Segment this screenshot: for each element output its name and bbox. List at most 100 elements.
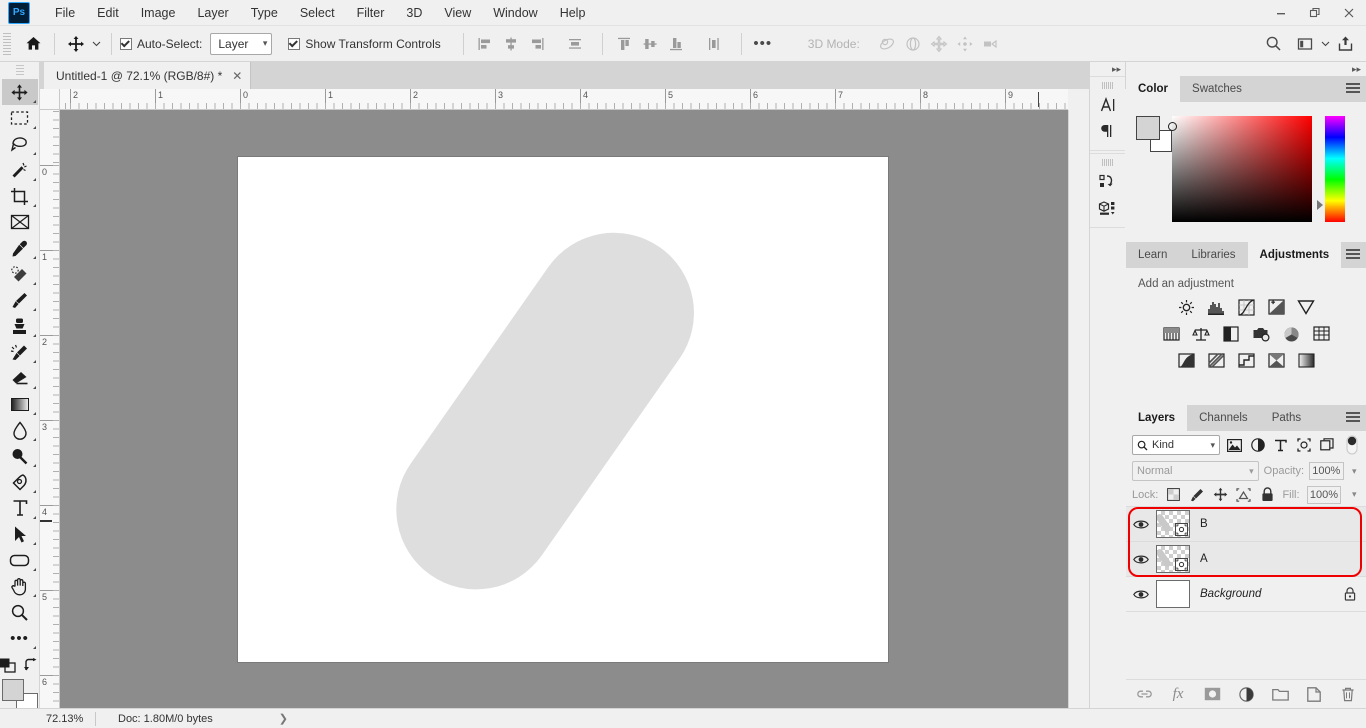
menu-view[interactable]: View: [433, 0, 482, 26]
rounded-capsule-shape[interactable]: [238, 157, 888, 662]
menu-edit[interactable]: Edit: [86, 0, 130, 26]
table-row[interactable]: A: [1126, 542, 1366, 577]
zoom-tool[interactable]: [2, 599, 38, 625]
lock-image-pixels-icon[interactable]: [1189, 486, 1205, 504]
align-right-edges-icon[interactable]: [524, 31, 550, 57]
menu-file[interactable]: File: [44, 0, 86, 26]
tab-swatches[interactable]: Swatches: [1180, 76, 1254, 102]
auto-select-checkbox[interactable]: Auto-Select:: [120, 37, 202, 51]
canvas-vertical-scrollbar[interactable]: [1068, 110, 1082, 708]
new-layer-icon[interactable]: [1305, 685, 1323, 703]
expand-panels-icon[interactable]: ▸▸: [1090, 62, 1125, 76]
panel-menu-icon[interactable]: [1346, 412, 1360, 424]
more-options-icon[interactable]: •••: [750, 31, 776, 57]
menu-image[interactable]: Image: [130, 0, 187, 26]
align-horizontal-centers-icon[interactable]: [498, 31, 524, 57]
layer-visibility-icon[interactable]: [1126, 519, 1156, 530]
tab-color[interactable]: Color: [1126, 76, 1181, 102]
layer-name[interactable]: B: [1200, 518, 1208, 530]
exposure-icon[interactable]: [1266, 298, 1286, 316]
opacity-chevron-down-icon[interactable]: ▾: [1349, 466, 1360, 477]
layer-thumbnail[interactable]: [1156, 545, 1190, 573]
filter-pixel-icon[interactable]: [1226, 436, 1243, 454]
tools-panel-grip[interactable]: [15, 65, 24, 77]
align-vertical-centers-icon[interactable]: [637, 31, 663, 57]
edit-toolbar-button[interactable]: •••: [2, 625, 38, 651]
filter-type-icon[interactable]: [1272, 436, 1289, 454]
filter-shape-icon[interactable]: [1295, 436, 1312, 454]
3d-panel-icon[interactable]: [1093, 195, 1123, 221]
vibrance-icon[interactable]: [1296, 298, 1316, 316]
align-left-edges-icon[interactable]: [472, 31, 498, 57]
fill-chevron-down-icon[interactable]: ▾: [1348, 489, 1360, 500]
layer-visibility-icon[interactable]: [1126, 554, 1156, 565]
foreground-color-swatch[interactable]: [1, 679, 24, 701]
align-bottom-edges-icon[interactable]: [663, 31, 689, 57]
show-transform-controls-checkbox[interactable]: Show Transform Controls: [288, 37, 441, 51]
pen-tool[interactable]: [2, 469, 38, 495]
menu-help[interactable]: Help: [549, 0, 597, 26]
filter-adjustment-icon[interactable]: [1249, 436, 1266, 454]
rectangular-marquee-tool[interactable]: [2, 105, 38, 131]
magic-wand-tool[interactable]: [2, 157, 38, 183]
character-panel-icon[interactable]: [1093, 92, 1123, 118]
lock-all-icon[interactable]: [1259, 486, 1275, 504]
channel-mixer-icon[interactable]: [1281, 325, 1301, 343]
eraser-tool[interactable]: [2, 365, 38, 391]
quick-mask-icon[interactable]: [0, 658, 16, 673]
hue-saturation-icon[interactable]: [1161, 325, 1181, 343]
color-panel-foreground-swatch[interactable]: [1136, 116, 1160, 140]
menu-filter[interactable]: Filter: [346, 0, 396, 26]
screen-mode-icon[interactable]: [23, 658, 40, 673]
zoom-level[interactable]: 72.13%: [40, 713, 95, 725]
gradient-map-icon[interactable]: [1296, 352, 1316, 370]
align-top-edges-icon[interactable]: [611, 31, 637, 57]
table-row[interactable]: B: [1126, 507, 1366, 542]
spot-healing-brush-tool[interactable]: [2, 261, 38, 287]
menu-window[interactable]: Window: [482, 0, 548, 26]
blur-tool[interactable]: [2, 417, 38, 443]
new-group-icon[interactable]: [1271, 685, 1289, 703]
distribute-horizontally-icon[interactable]: [562, 31, 588, 57]
ruler-corner[interactable]: [40, 89, 60, 110]
history-brush-tool[interactable]: [2, 339, 38, 365]
filter-toggle[interactable]: [1346, 435, 1358, 455]
lock-transparent-pixels-icon[interactable]: [1165, 486, 1181, 504]
layer-name[interactable]: Background: [1200, 588, 1261, 600]
horizontal-ruler[interactable]: 2 1 0 1 2 3 4 5 6 7 8 9: [60, 89, 1068, 110]
rail-group-grip[interactable]: [1101, 82, 1114, 89]
menu-type[interactable]: Type: [240, 0, 289, 26]
canvas-area[interactable]: [60, 110, 1068, 708]
move-tool[interactable]: [1, 79, 38, 105]
panel-menu-icon[interactable]: [1346, 83, 1360, 95]
roll-3d-icon[interactable]: [900, 31, 926, 57]
path-selection-tool[interactable]: [2, 521, 38, 547]
layer-thumbnail[interactable]: [1156, 580, 1190, 608]
panel-menu-icon[interactable]: [1346, 249, 1360, 261]
auto-select-scope-dropdown[interactable]: Layer ▾: [210, 32, 273, 55]
hue-strip[interactable]: [1325, 116, 1345, 222]
color-panel-swatches[interactable]: [1136, 116, 1172, 152]
levels-icon[interactable]: [1206, 298, 1226, 316]
search-icon[interactable]: [1260, 31, 1286, 57]
tab-paths[interactable]: Paths: [1259, 405, 1314, 431]
selective-color-icon[interactable]: [1266, 352, 1286, 370]
posterize-icon[interactable]: [1206, 352, 1226, 370]
slide-3d-icon[interactable]: [952, 31, 978, 57]
menu-layer[interactable]: Layer: [186, 0, 239, 26]
gradient-tool[interactable]: [2, 391, 38, 417]
layer-mask-icon[interactable]: [1203, 685, 1221, 703]
frame-tool[interactable]: [2, 209, 38, 235]
opacity-value[interactable]: 100%: [1309, 462, 1344, 480]
actions-panel-icon[interactable]: [1093, 169, 1123, 195]
link-layers-icon[interactable]: [1135, 685, 1153, 703]
layer-thumbnail[interactable]: [1156, 510, 1190, 538]
curves-icon[interactable]: [1236, 298, 1256, 316]
restore-button[interactable]: [1298, 0, 1332, 26]
brush-tool[interactable]: [2, 287, 38, 313]
eyedropper-tool[interactable]: [2, 235, 38, 261]
brightness-contrast-icon[interactable]: [1176, 298, 1196, 316]
move-tool-icon[interactable]: [63, 31, 89, 57]
chevron-down-icon[interactable]: [1318, 31, 1332, 57]
vertical-ruler[interactable]: 0 1 2 3 4 5 6: [40, 110, 60, 708]
